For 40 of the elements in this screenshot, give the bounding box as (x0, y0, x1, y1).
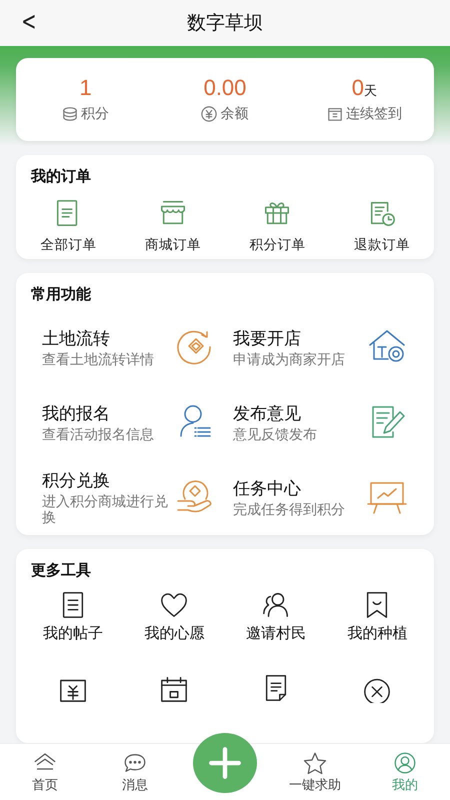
feature-description: 查看活动报名信息 (42, 426, 155, 443)
user-icon[interactable] (393, 750, 417, 774)
feature-description: 查看土地流转详情 (42, 352, 155, 368)
coins-icon (62, 106, 78, 122)
feature-title[interactable]: 任务中心 (233, 476, 361, 500)
stat-label[interactable]: 余额 (220, 105, 248, 124)
tool-item[interactable]: 我的种植 (347, 624, 408, 643)
feature-title[interactable]: 我要开店 (233, 326, 361, 350)
order-item[interactable]: 退款订单 (354, 236, 410, 254)
tool-item[interactable]: 邀请村民 (246, 624, 306, 643)
stat-label[interactable]: 连续签到 (346, 105, 402, 124)
stat-value: 0.00 (204, 75, 246, 102)
feature-title[interactable]: 我的报名 (42, 402, 170, 425)
section-title: 我的订单 (30, 166, 92, 186)
yuan-icon (201, 106, 218, 122)
calendar-icon (326, 106, 343, 122)
feature-description: 进入积分商城进行兑换 (42, 494, 169, 526)
section-title: 常用功能 (30, 284, 92, 304)
feature-description: 完成任务得到积分 (233, 502, 346, 518)
feature-title[interactable]: 土地流转 (42, 326, 170, 350)
star-icon[interactable] (303, 750, 327, 774)
stat-value: 1 (80, 75, 92, 102)
back-button[interactable]: < (17, 6, 41, 38)
tool-item[interactable]: 我的心愿 (144, 624, 204, 643)
feature-description: 申请成为商家开店 (233, 352, 346, 368)
order-item[interactable]: 全部订单 (40, 236, 96, 254)
page-title: 数字草坝 (187, 11, 263, 36)
stat-value: 0 (352, 75, 364, 102)
order-item[interactable]: 商城订单 (144, 236, 201, 254)
feature-description: 意见反馈发布 (233, 426, 318, 443)
tool-item[interactable]: 我的帖子 (42, 624, 103, 643)
order-item[interactable]: 积分订单 (249, 236, 306, 254)
unit-label: 天 (364, 83, 377, 100)
section-title: 更多工具 (30, 560, 92, 580)
stat-label[interactable]: 积分 (81, 105, 110, 124)
tab-item[interactable]: 消息 (122, 776, 148, 794)
feature-title[interactable]: 发布意见 (233, 402, 361, 425)
tab-item[interactable]: 一键求助 (289, 776, 341, 794)
feature-title[interactable]: 积分兑换 (42, 468, 170, 492)
tab-item[interactable]: 首页 (32, 776, 58, 794)
